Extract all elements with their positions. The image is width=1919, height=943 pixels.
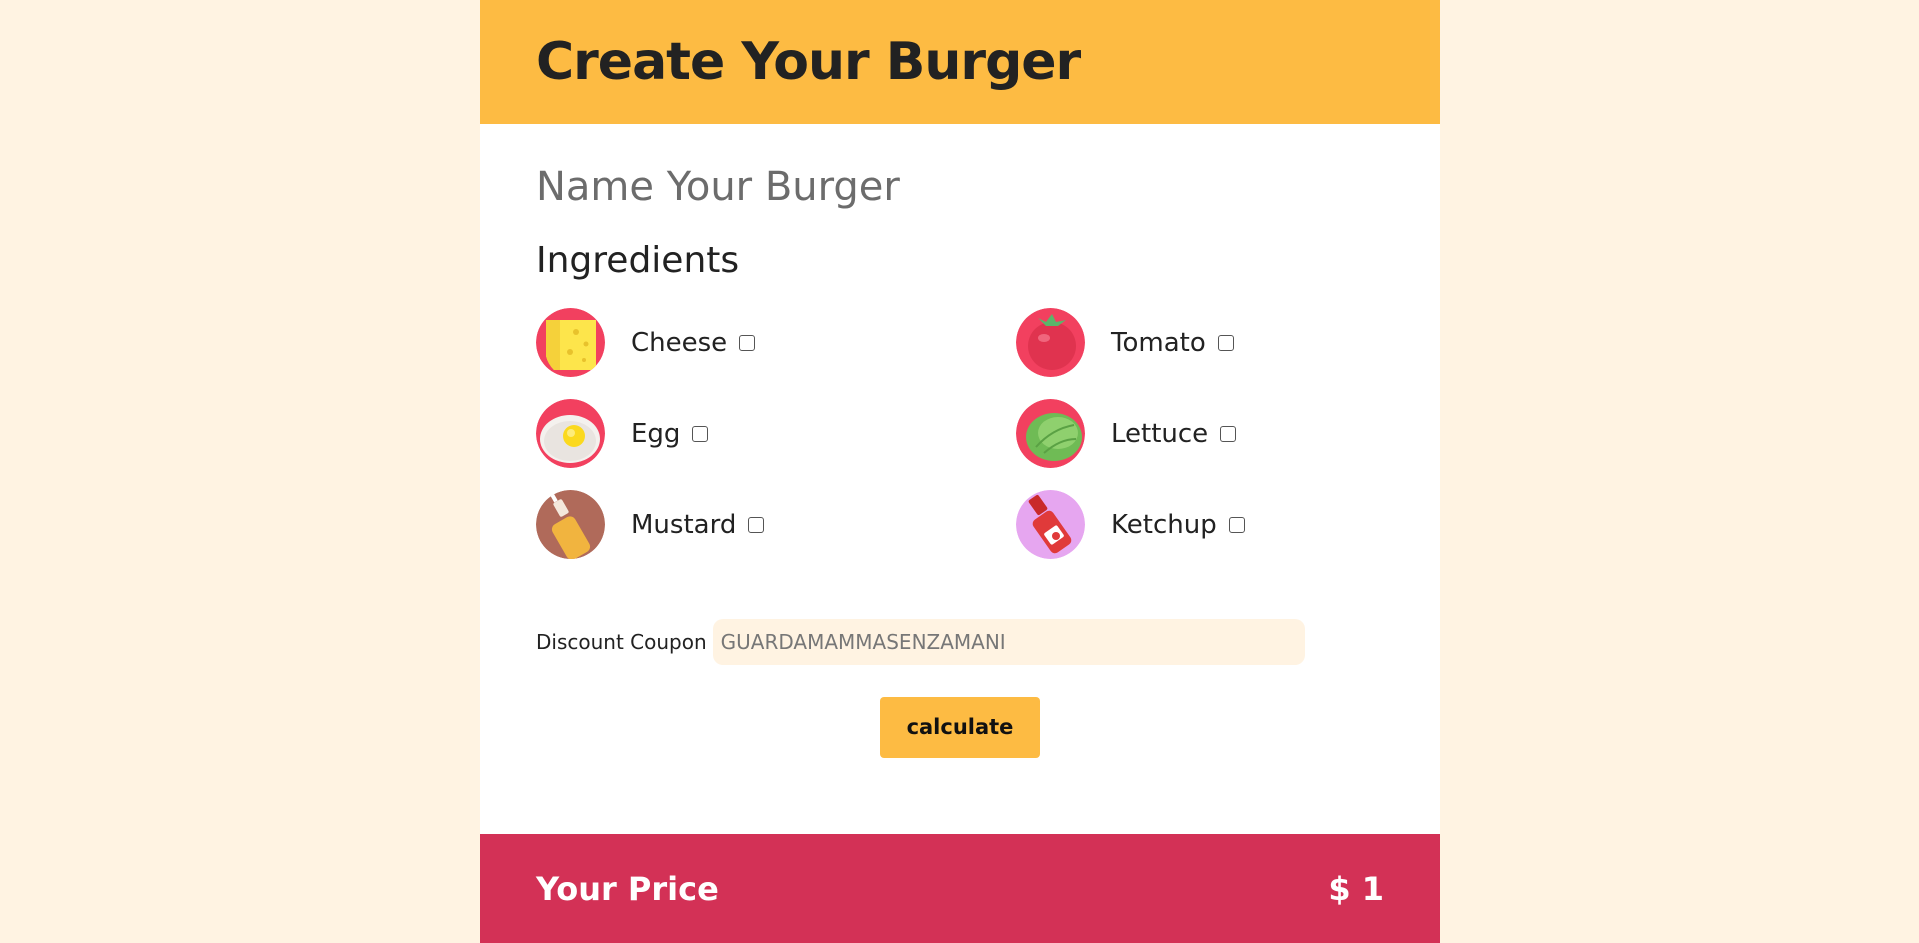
mustard-icon bbox=[536, 490, 605, 559]
ingredients-grid: Cheese Tomato Egg Lettuce Mustard Ketchu… bbox=[536, 308, 1384, 559]
egg-icon bbox=[536, 399, 605, 468]
page-title: Create Your Burger bbox=[536, 32, 1081, 92]
burger-name-input[interactable] bbox=[536, 162, 1036, 212]
cheese-checkbox[interactable] bbox=[739, 334, 756, 351]
button-row: calculate bbox=[536, 697, 1384, 758]
ingredient-lettuce: Lettuce bbox=[1016, 399, 1416, 468]
lettuce-icon bbox=[1016, 399, 1085, 468]
header: Create Your Burger bbox=[480, 0, 1440, 124]
ketchup-checkbox[interactable] bbox=[1228, 516, 1245, 533]
ingredient-ketchup: Ketchup bbox=[1016, 490, 1416, 559]
ingredient-tomato: Tomato bbox=[1016, 308, 1416, 377]
ingredient-egg: Egg bbox=[536, 399, 1016, 468]
ingredient-label: Mustard bbox=[631, 509, 737, 540]
burger-form: Ingredients Cheese bbox=[480, 124, 1440, 758]
egg-checkbox[interactable] bbox=[692, 425, 709, 442]
coupon-row: Discount Coupon GUARDAMAMMASENZAMANI bbox=[536, 619, 1384, 665]
coupon-label: Discount Coupon bbox=[536, 630, 707, 654]
tomato-checkbox[interactable] bbox=[1217, 334, 1234, 351]
tomato-icon bbox=[1016, 308, 1085, 377]
price-label: Your Price bbox=[536, 869, 719, 908]
ingredient-label: Lettuce bbox=[1111, 418, 1209, 449]
ingredient-label: Tomato bbox=[1111, 327, 1206, 358]
calculate-button[interactable]: calculate bbox=[880, 697, 1040, 758]
price-value: $ 1 bbox=[1328, 869, 1384, 908]
mustard-checkbox[interactable] bbox=[748, 516, 765, 533]
ingredient-label: Egg bbox=[631, 418, 681, 449]
burger-card: Create Your Burger Ingredients bbox=[480, 0, 1440, 943]
ingredient-label: Cheese bbox=[631, 327, 728, 358]
ketchup-icon bbox=[1016, 490, 1085, 559]
ingredient-mustard: Mustard bbox=[536, 490, 1016, 559]
price-footer: Your Price $ 1 bbox=[480, 834, 1440, 943]
coupon-input[interactable]: GUARDAMAMMASENZAMANI bbox=[712, 619, 1305, 665]
ingredient-cheese: Cheese bbox=[536, 308, 1016, 377]
lettuce-checkbox[interactable] bbox=[1220, 425, 1237, 442]
cheese-icon bbox=[536, 308, 605, 377]
ingredient-label: Ketchup bbox=[1111, 509, 1217, 540]
ingredients-title: Ingredients bbox=[536, 240, 740, 281]
